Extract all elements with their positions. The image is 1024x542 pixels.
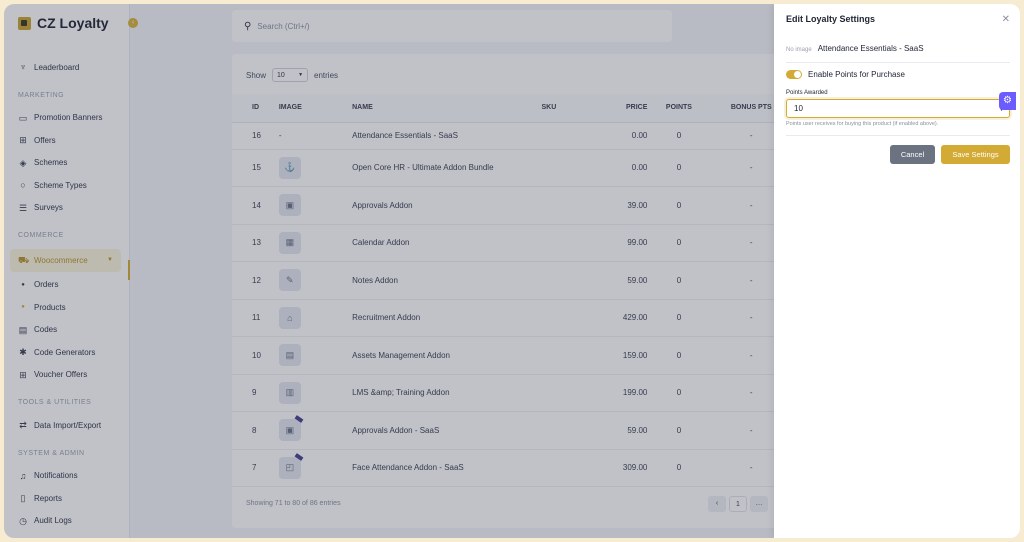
close-icon[interactable]: ✕	[1002, 14, 1010, 25]
no-image-label: No image	[786, 47, 812, 53]
enable-points-row: Enable Points for Purchase	[786, 70, 905, 79]
gear-icon[interactable]: ⚙	[999, 92, 1016, 110]
points-awarded-label: Points Awarded	[786, 90, 828, 96]
modal-backdrop[interactable]	[4, 4, 774, 538]
edit-loyalty-drawer: Edit Loyalty Settings ✕ No image Attenda…	[774, 4, 1020, 538]
save-settings-button[interactable]: Save Settings	[941, 145, 1010, 164]
points-awarded-input[interactable]: 10 ▲▼	[786, 99, 1010, 118]
enable-points-label: Enable Points for Purchase	[808, 70, 905, 79]
product-name: Attendance Essentials - SaaS	[817, 44, 924, 53]
divider	[786, 62, 1010, 63]
app-window: CZ Loyalty ♆ Leaderboard MARKETING ▭ Pro…	[4, 4, 1020, 538]
drawer-title: Edit Loyalty Settings	[786, 14, 876, 24]
divider	[786, 135, 1010, 136]
points-help-text: Points user receives for buying this pro…	[786, 121, 939, 127]
enable-points-toggle[interactable]	[786, 70, 802, 79]
cancel-button[interactable]: Cancel	[890, 145, 935, 164]
product-summary: No image Attendance Essentials - SaaS	[786, 44, 924, 53]
